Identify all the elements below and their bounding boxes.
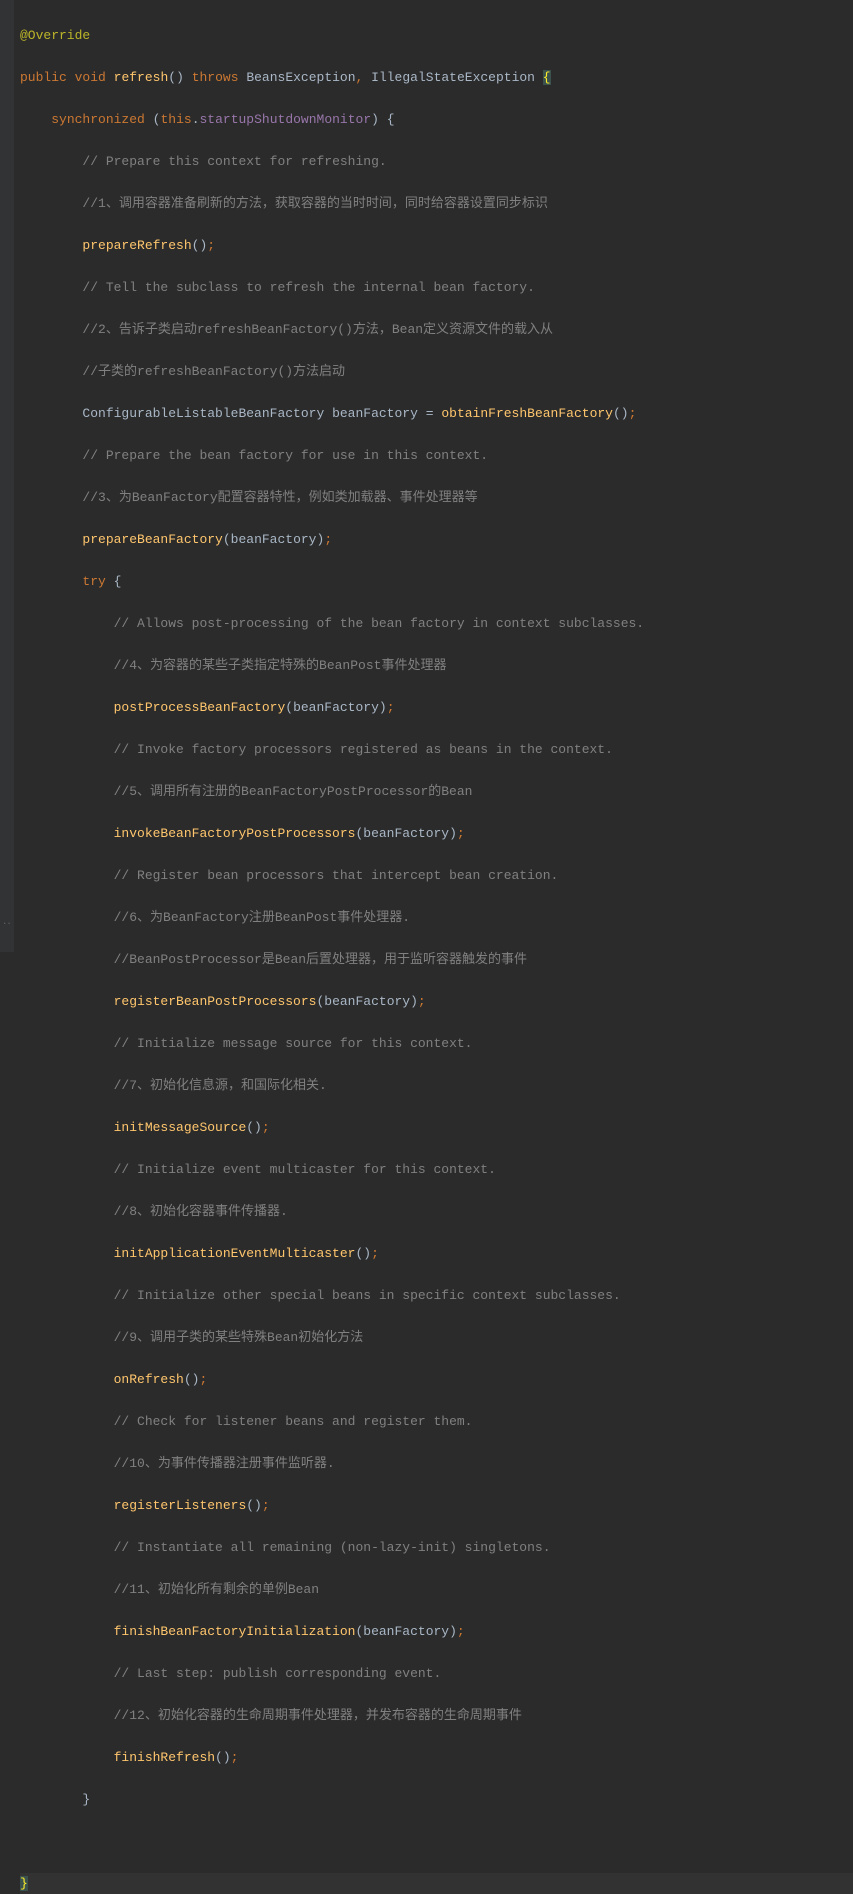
call-finish-refresh: finishRefresh (114, 1750, 215, 1765)
comment-line: //5、调用所有注册的BeanFactoryPostProcessor的Bean (114, 784, 473, 799)
comment-line: // Check for listener beans and register… (114, 1414, 473, 1429)
comment-line: //6、为BeanFactory注册BeanPost事件处理器. (114, 910, 410, 925)
call-postprocess: postProcessBeanFactory (114, 700, 286, 715)
call-obtain-fresh: obtainFreshBeanFactory (441, 406, 613, 421)
arg-beanfactory: beanFactory (324, 994, 410, 1009)
call-register-bpp: registerBeanPostProcessors (114, 994, 317, 1009)
code-editor-content[interactable]: @Override public void refresh() throws B… (0, 0, 853, 1894)
arg-beanfactory: beanFactory (231, 532, 317, 547)
comment-line: // Prepare this context for refreshing. (82, 154, 386, 169)
comment-line: // Instantiate all remaining (non-lazy-i… (114, 1540, 551, 1555)
keyword-public: public (20, 70, 67, 85)
brace-highlight-open: { (543, 70, 551, 85)
keyword-throws: throws (192, 70, 239, 85)
caret-line: } (20, 1873, 853, 1894)
comment-line: //8、初始化容器事件传播器. (114, 1204, 288, 1219)
exception-beans: BeansException (246, 70, 355, 85)
comment-line: // Initialize other special beans in spe… (114, 1288, 621, 1303)
comment-line: //4、为容器的某些子类指定特殊的BeanPost事件处理器 (114, 658, 447, 673)
comment-line: // Prepare the bean factory for use in t… (82, 448, 488, 463)
comment-line: //1、调用容器准备刷新的方法，获取容器的当时时间，同时给容器设置同步标识 (82, 196, 547, 211)
call-invoke-bfpp: invokeBeanFactoryPostProcessors (114, 826, 356, 841)
comment-line: // Register bean processors that interce… (114, 868, 559, 883)
comment-line: //12、初始化容器的生命周期事件处理器，并发布容器的生命周期事件 (114, 1708, 522, 1723)
editor-gutter: .. (0, 0, 14, 952)
call-prepare-refresh: prepareRefresh (82, 238, 191, 253)
comment-line: //2、告诉子类启动refreshBeanFactory()方法，Bean定义资… (82, 322, 553, 337)
call-init-multicaster: initApplicationEventMulticaster (114, 1246, 356, 1261)
var-beanfactory: beanFactory (332, 406, 418, 421)
keyword-this: this (160, 112, 191, 127)
gutter-dots: .. (2, 912, 11, 933)
arg-beanfactory: beanFactory (293, 700, 379, 715)
call-prepare-beanfactory: prepareBeanFactory (82, 532, 222, 547)
comment-line: // Tell the subclass to refresh the inte… (82, 280, 534, 295)
call-onrefresh: onRefresh (114, 1372, 184, 1387)
comment-line: // Allows post-processing of the bean fa… (114, 616, 645, 631)
brace-highlight-close: } (20, 1876, 28, 1891)
comment-line: //子类的refreshBeanFactory()方法启动 (82, 364, 345, 379)
comment-line: //BeanPostProcessor是Bean后置处理器，用于监听容器触发的事… (114, 952, 527, 967)
annotation-override: @Override (20, 28, 90, 43)
arg-beanfactory: beanFactory (363, 826, 449, 841)
keyword-try: try (82, 574, 105, 589)
comment-line: //7、初始化信息源，和国际化相关. (114, 1078, 327, 1093)
arg-beanfactory: beanFactory (363, 1624, 449, 1639)
comment-line: //9、调用子类的某些特殊Bean初始化方法 (114, 1330, 364, 1345)
comment-line: // Initialize message source for this co… (114, 1036, 473, 1051)
type-clbf: ConfigurableListableBeanFactory (82, 406, 324, 421)
comment-line: // Initialize event multicaster for this… (114, 1162, 496, 1177)
comment-line: // Last step: publish corresponding even… (114, 1666, 442, 1681)
comment-line: //3、为BeanFactory配置容器特性，例如类加载器、事件处理器等 (82, 490, 477, 505)
call-init-msgsrc: initMessageSource (114, 1120, 247, 1135)
comment-line: //11、初始化所有剩余的单例Bean (114, 1582, 319, 1597)
method-name-refresh: refresh (114, 70, 169, 85)
exception-illegalstate: IllegalStateException (371, 70, 535, 85)
comment-line: //10、为事件传播器注册事件监听器. (114, 1456, 335, 1471)
keyword-synchronized: synchronized (51, 112, 145, 127)
field-monitor: startupShutdownMonitor (200, 112, 372, 127)
comment-line: // Invoke factory processors registered … (114, 742, 613, 757)
keyword-void: void (75, 70, 106, 85)
call-register-listeners: registerListeners (114, 1498, 247, 1513)
call-finish-bf-init: finishBeanFactoryInitialization (114, 1624, 356, 1639)
